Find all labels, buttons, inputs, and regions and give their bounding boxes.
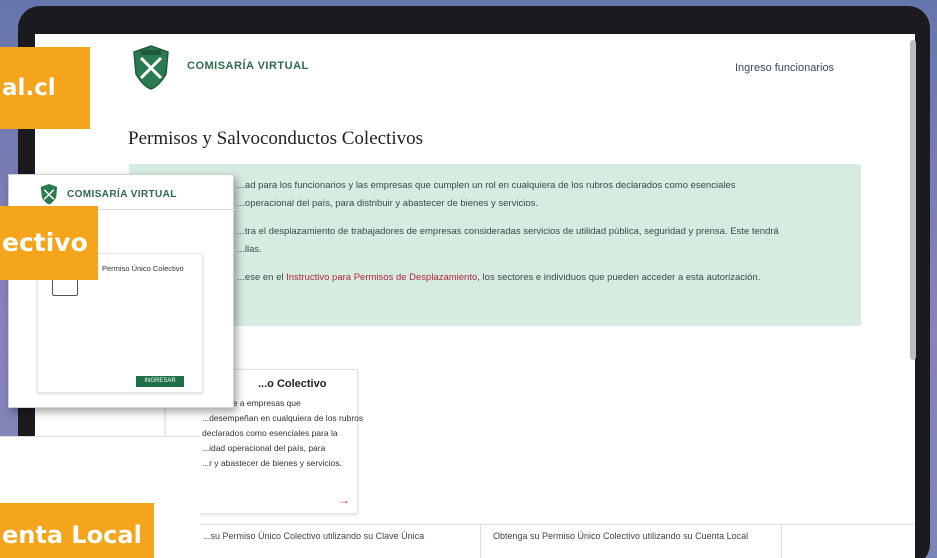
tag-cuenta-local: enta Local [0, 503, 154, 558]
info-line: ...operacional del país, para distribuir… [237, 198, 538, 209]
overlay-card-title: Permiso Único Colectivo [102, 264, 184, 273]
instructivo-link[interactable]: Instructivo para Permisos de Desplazamie… [286, 272, 477, 283]
info-line: ...ad para los funcionarios y las empres… [237, 180, 736, 191]
info-line: ...tra el desplazamiento de trabajadores… [237, 226, 779, 237]
carabineros-logo-icon [133, 45, 169, 90]
tab-clave-unica[interactable]: ...su Permiso Único Colectivo utilizando… [203, 531, 424, 541]
tab-divider [781, 525, 782, 558]
card-title: ...o Colectivo [258, 378, 327, 390]
tab-divider [480, 525, 481, 558]
overlay-site-name: COMISARÍA VIRTUAL [67, 189, 177, 200]
carabineros-logo-icon [40, 183, 58, 205]
arrow-right-icon[interactable]: → [338, 493, 350, 507]
bottom-tabs: ...su Permiso Único Colectivo utilizando… [165, 524, 915, 558]
staff-login-link[interactable]: Ingreso funcionarios [735, 62, 834, 74]
site-name: COMISARÍA VIRTUAL [187, 60, 309, 72]
info-box: ...ad para los funcionarios y las empres… [129, 164, 861, 326]
tag-url: al.cl [0, 47, 90, 129]
info-text: ...ese en el [237, 272, 287, 283]
card-text: declarados como esenciales para la [202, 428, 338, 438]
page-title: Permisos y Salvoconductos Colectivos [128, 128, 424, 149]
tag-colectivo: ectivo [0, 206, 98, 280]
info-line: ...ese en el Instructivo para Permisos d… [237, 272, 760, 283]
card-text: ...r y abastecer de bienes y servicios. [202, 458, 342, 468]
tab-cuenta-local[interactable]: Obtenga su Permiso Único Colectivo utili… [493, 531, 748, 541]
card-text: ...desempeñan en cualquiera de los rubro… [202, 413, 364, 423]
enter-button[interactable]: INGRESAR [136, 376, 184, 387]
info-line: ...llas. [237, 244, 262, 255]
scrollbar[interactable] [910, 40, 916, 360]
info-text: , los sectores e individuos que pueden a… [477, 272, 761, 283]
card-text: ...idad operacional del país, para [202, 443, 326, 453]
